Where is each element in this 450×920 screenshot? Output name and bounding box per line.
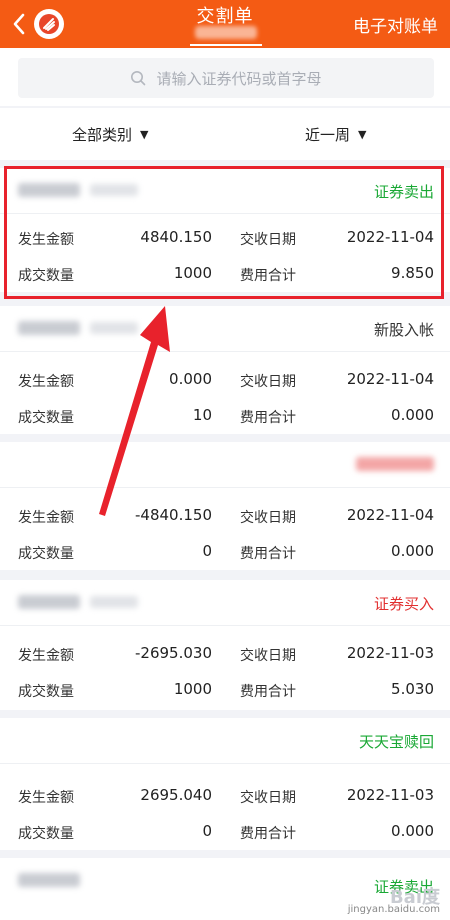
amount-label: 发生金额 [18, 232, 74, 248]
quantity-value: 0 [202, 542, 212, 560]
quantity-label: 成交数量 [18, 826, 74, 842]
quantity-value: 1000 [173, 264, 212, 282]
search-icon [131, 71, 146, 86]
amount-label: 发生金额 [18, 510, 74, 526]
amount-label: 发生金额 [18, 790, 74, 806]
category-filter[interactable]: 全部类别 ▼ [72, 124, 148, 145]
title-underline [190, 44, 262, 46]
settle-date-value: 2022-11-03 [346, 786, 434, 804]
trade-type: 新股入帐 [373, 321, 434, 339]
search-input[interactable]: 请输入证券代码或首字母 [18, 58, 434, 98]
settle-date-value: 2022-11-04 [346, 228, 434, 246]
settle-date-value: 2022-11-03 [346, 644, 434, 662]
trade-type: 证券卖出 [373, 183, 434, 201]
fee-total-label: 费用合计 [240, 546, 296, 562]
trade-row: 成交数量 1000 费用合计 5.030 [0, 672, 450, 708]
quantity-label: 成交数量 [18, 268, 74, 284]
trade-record[interactable]: 证券卖出 发生金额 4840.150 交收日期 2022-11-04 成交数量 … [0, 168, 450, 292]
settle-date-value: 2022-11-04 [346, 370, 434, 388]
account-subtitle [195, 26, 257, 39]
amount-value: 4840.150 [140, 228, 212, 246]
fee-total-label: 费用合计 [240, 268, 296, 284]
statement-button[interactable]: 电子对账单 [353, 12, 438, 37]
trade-record-header: 新股入帐 [0, 306, 450, 352]
amount-label: 发生金额 [18, 374, 74, 390]
stock-code-redacted [90, 184, 138, 196]
fee-total-label: 费用合计 [240, 410, 296, 426]
quantity-label: 成交数量 [18, 546, 74, 562]
trade-row: 成交数量 1000 费用合计 9.850 [0, 256, 450, 292]
fee-total-value: 9.850 [391, 264, 434, 282]
baidu-watermark: Bai度 jingyan.baidu.com [347, 887, 440, 916]
amount-label: 发生金额 [18, 648, 74, 664]
trade-record-header: 证券卖出 [0, 168, 450, 214]
fee-total-value: 0.000 [391, 822, 434, 840]
trade-row: 发生金额 -2695.030 交收日期 2022-11-03 [0, 636, 450, 672]
filter-bar: 全部类别 ▼ 近一周 ▼ [0, 108, 450, 160]
amount-value: -2695.030 [135, 644, 212, 662]
trade-row: 发生金额 0.000 交收日期 2022-11-04 [0, 362, 450, 398]
settle-date-label: 交收日期 [240, 232, 296, 248]
search-placeholder: 请输入证券代码或首字母 [156, 69, 322, 88]
settle-date-label: 交收日期 [240, 374, 296, 390]
trade-row: 成交数量 10 费用合计 0.000 [0, 398, 450, 434]
trade-record[interactable]: 证券买入 发生金额 -2695.030 交收日期 2022-11-03 成交数量… [0, 580, 450, 710]
category-filter-label: 全部类别 [72, 126, 133, 144]
quantity-label: 成交数量 [18, 684, 74, 700]
trade-type: 天天宝赎回 [358, 733, 434, 751]
fee-total-label: 费用合计 [240, 826, 296, 842]
caret-down-icon: ▼ [358, 128, 367, 141]
quantity-value: 0 [202, 822, 212, 840]
period-filter-label: 近一周 [305, 126, 351, 144]
settle-date-label: 交收日期 [240, 790, 296, 806]
trade-record[interactable]: 天天宝赎回 发生金额 2695.040 交收日期 2022-11-03 成交数量… [0, 718, 450, 850]
amount-value: -4840.150 [135, 506, 212, 524]
trade-record[interactable]: 发生金额 -4840.150 交收日期 2022-11-04 成交数量 0 费用… [0, 442, 450, 570]
stock-name-redacted [18, 321, 80, 335]
trade-row: 发生金额 2695.040 交收日期 2022-11-03 [0, 778, 450, 814]
trade-row: 发生金额 -4840.150 交收日期 2022-11-04 [0, 498, 450, 534]
trade-type: 证券买入 [373, 595, 434, 613]
fee-total-value: 0.000 [391, 542, 434, 560]
trade-record-header: 天天宝赎回 [0, 718, 450, 764]
amount-value: 2695.040 [140, 786, 212, 804]
app-header: 交割单 电子对账单 [0, 0, 450, 48]
stock-name-redacted [18, 183, 80, 197]
trade-type-redacted [356, 457, 434, 471]
watermark-logo: Bai度 [389, 887, 440, 908]
settle-date-label: 交收日期 [240, 648, 296, 664]
amount-value: 0.000 [169, 370, 212, 388]
stock-code-redacted [90, 322, 138, 334]
stock-name-redacted [18, 595, 80, 609]
search-area: 请输入证券代码或首字母 [0, 48, 450, 106]
quantity-value: 1000 [173, 680, 212, 698]
stock-name-redacted [18, 873, 80, 887]
settle-date-label: 交收日期 [240, 510, 296, 526]
trade-row: 成交数量 0 费用合计 0.000 [0, 814, 450, 850]
watermark-site: jingyan.baidu.com [347, 904, 440, 915]
trade-row: 发生金额 4840.150 交收日期 2022-11-04 [0, 220, 450, 256]
stock-code-redacted [90, 596, 138, 608]
caret-down-icon: ▼ [140, 128, 149, 141]
settle-date-value: 2022-11-04 [346, 506, 434, 524]
fee-total-label: 费用合计 [240, 684, 296, 700]
fee-total-value: 0.000 [391, 406, 434, 424]
fee-total-value: 5.030 [391, 680, 434, 698]
quantity-label: 成交数量 [18, 410, 74, 426]
trade-record-header [0, 442, 450, 488]
trade-row: 成交数量 0 费用合计 0.000 [0, 534, 450, 570]
trade-record-header: 证券买入 [0, 580, 450, 626]
period-filter[interactable]: 近一周 ▼ [305, 124, 366, 145]
quantity-value: 10 [192, 406, 212, 424]
trade-record[interactable]: 新股入帐 发生金额 0.000 交收日期 2022-11-04 成交数量 10 … [0, 306, 450, 434]
